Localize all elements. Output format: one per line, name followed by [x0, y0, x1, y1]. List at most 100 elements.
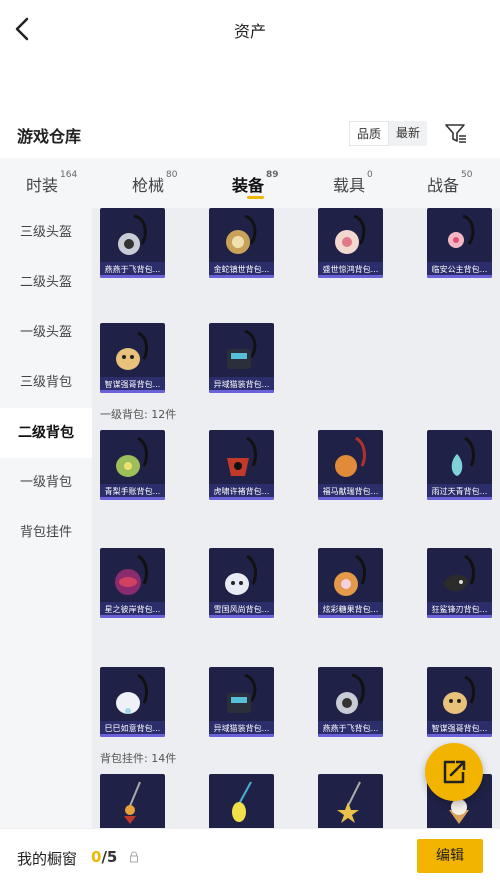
top-nav-bar: 资产 — [0, 0, 500, 58]
backpack-icon — [115, 554, 148, 595]
item-card[interactable]: 雪国风尚背包... — [209, 548, 274, 618]
tab-count: 164 — [60, 170, 78, 180]
tab-guns[interactable]: 枪械80 — [132, 170, 178, 196]
item-name: 临安公主背包... — [427, 262, 492, 278]
tab-count: 50 — [461, 170, 473, 180]
backpack-icon — [227, 329, 257, 369]
item-card[interactable] — [209, 774, 274, 828]
backpack-icon — [334, 554, 366, 596]
filter-icon[interactable] — [443, 120, 469, 146]
item-card[interactable]: 巳巳如意背包... — [100, 667, 165, 737]
item-name: 异域猫装背包... — [209, 721, 274, 737]
tab-count: 80 — [166, 170, 178, 180]
sidebar-item-level2-helmet[interactable]: 二级头盔 — [0, 258, 92, 308]
page-title: 资产 — [233, 22, 266, 41]
sidebar-item-level1-backpack[interactable]: 一级背包 — [0, 458, 92, 508]
charm-icon — [232, 781, 252, 822]
item-name: 福马献瑞背包... — [318, 484, 383, 500]
section-label-level1-backpack: 一级背包: 12件 — [100, 408, 177, 421]
backpack-icon — [451, 436, 475, 476]
backpack-icon — [116, 331, 148, 370]
backpack-icon — [336, 673, 365, 714]
tab-count: 0 — [367, 170, 373, 180]
item-card[interactable]: 福马献瑞背包... — [318, 430, 383, 500]
item-name: 狂鲨锋刃背包... — [427, 602, 492, 618]
item-name: 异域猫装背包... — [209, 377, 274, 393]
warehouse-title: 游戏仓库 — [17, 127, 82, 146]
item-card[interactable]: 燕燕于飞背包... — [100, 208, 165, 278]
charm-icon — [337, 781, 361, 823]
share-fab-button[interactable] — [425, 743, 483, 801]
item-card[interactable]: 虎啸许褚背包... — [209, 430, 274, 500]
tab-equipment[interactable]: 装备89 — [232, 170, 279, 196]
backpack-icon — [227, 673, 257, 713]
item-card[interactable]: 燕燕于飞背包... — [318, 667, 383, 737]
item-name: 雨过天青背包... — [427, 484, 492, 500]
item-card[interactable]: 雨过天青背包... — [427, 430, 492, 500]
backpack-icon — [118, 214, 147, 255]
item-name: 虎啸许褚背包... — [209, 484, 274, 500]
item-grid: 燕燕于飞背包... 金蛇镇世背包... 盛世惊鸿背包... 临安公主背包... … — [92, 208, 500, 828]
item-card[interactable]: 炫彩糖果背包... — [318, 548, 383, 618]
item-name: 燕燕于飞背包... — [100, 262, 165, 278]
item-card[interactable]: 智谋强哥背包... — [100, 323, 165, 393]
tab-fashion[interactable]: 时装164 — [26, 170, 78, 196]
sidebar-item-level1-helmet[interactable]: 一级头盔 — [0, 308, 92, 358]
item-card[interactable]: 异域猫装背包... — [209, 323, 274, 393]
tab-combat-gear[interactable]: 战备50 — [427, 170, 473, 196]
backpack-icon — [335, 436, 366, 477]
backpack-icon — [225, 554, 257, 595]
category-tabs: 时装164 枪械80 装备89 载具0 战备50 — [0, 158, 500, 208]
showcase-label: 我的橱窗 — [17, 850, 78, 868]
item-name: 金蛇镇世背包... — [209, 262, 274, 278]
lock-icon — [130, 851, 138, 863]
tab-label: 枪械 — [132, 176, 165, 195]
item-card[interactable]: 智谋强哥背包... — [427, 667, 492, 737]
tab-label: 装备 — [232, 176, 265, 195]
tab-label: 载具 — [333, 176, 366, 195]
sidebar-item-level3-backpack[interactable]: 三级背包 — [0, 358, 92, 408]
item-name: 星之彼岸背包... — [100, 602, 165, 618]
item-card[interactable]: 异域猫装背包... — [209, 667, 274, 737]
showcase-count-total: /5 — [101, 848, 118, 866]
item-card[interactable]: 星之彼岸背包... — [100, 548, 165, 618]
sort-toggle: 品质 最新 — [349, 121, 428, 146]
charm-icon — [124, 781, 141, 824]
backpack-icon — [226, 214, 257, 254]
sort-by-newest-button[interactable]: 最新 — [389, 121, 427, 146]
backpack-icon — [116, 673, 148, 714]
active-tab-indicator — [247, 196, 264, 199]
item-name: 盛世惊鸿背包... — [318, 262, 383, 278]
backpack-icon — [227, 436, 257, 476]
tab-count: 89 — [266, 170, 279, 180]
edit-button[interactable]: 编辑 — [417, 839, 483, 873]
section-label-backpack-charm: 背包挂件: 14件 — [100, 752, 177, 765]
sort-by-quality-button[interactable]: 品质 — [349, 121, 390, 146]
backpack-icon — [443, 554, 475, 592]
backpack-icon — [116, 436, 148, 477]
sidebar-item-backpack-charm[interactable]: 背包挂件 — [0, 508, 92, 558]
showcase-count-current: 0 — [91, 848, 102, 866]
item-card[interactable] — [100, 774, 165, 828]
tab-label: 时装 — [26, 176, 59, 195]
backpack-icon — [443, 675, 475, 714]
item-card[interactable]: 临安公主背包... — [427, 208, 492, 278]
item-name: 巳巳如意背包... — [100, 721, 165, 737]
tab-vehicles[interactable]: 载具0 — [333, 170, 373, 196]
item-card[interactable]: 青梨手账背包... — [100, 430, 165, 500]
backpack-icon — [448, 214, 475, 248]
item-card[interactable]: 狂鲨锋刃背包... — [427, 548, 492, 618]
sidebar-item-level3-helmet[interactable]: 三级头盔 — [0, 208, 92, 258]
item-card[interactable]: 金蛇镇世背包... — [209, 208, 274, 278]
sidebar-item-level2-backpack[interactable]: 二级背包 — [0, 408, 92, 458]
item-name: 炫彩糖果背包... — [318, 602, 383, 618]
sidebar: 三级头盔 二级头盔 一级头盔 三级背包 二级背包 一级背包 背包挂件 — [0, 208, 92, 828]
backpack-icon — [335, 214, 366, 254]
tab-label: 战备 — [427, 176, 460, 195]
item-name: 雪国风尚背包... — [209, 602, 274, 618]
item-card[interactable] — [318, 774, 383, 828]
item-name: 智谋强哥背包... — [427, 721, 492, 737]
item-name: 燕燕于飞背包... — [318, 721, 383, 737]
external-link-icon — [443, 760, 466, 784]
item-card[interactable]: 盛世惊鸿背包... — [318, 208, 383, 278]
